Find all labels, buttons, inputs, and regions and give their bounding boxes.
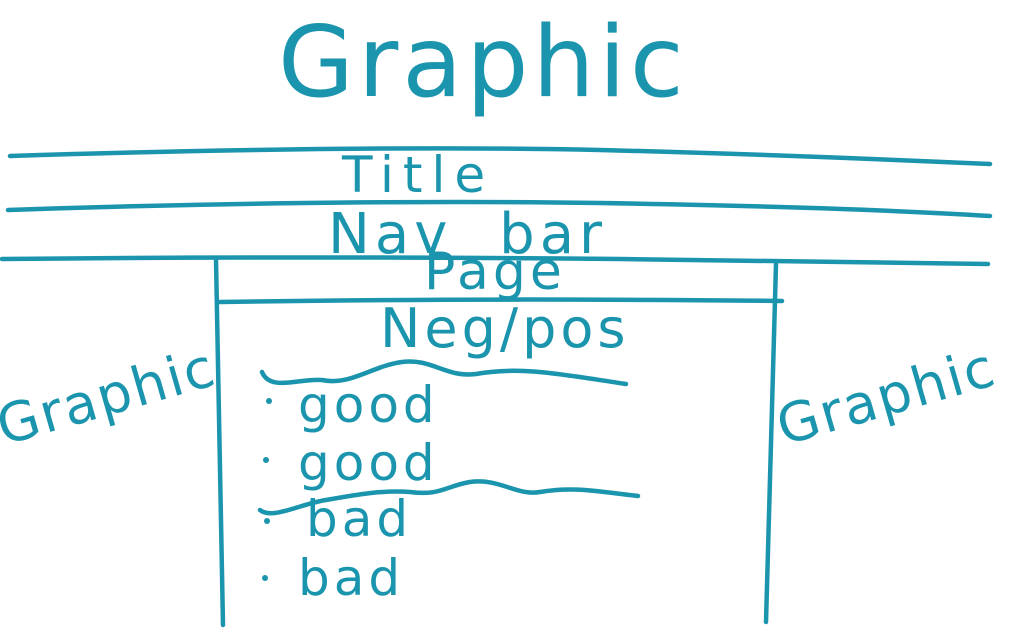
title-band-top-line — [7, 146, 993, 167]
list-item: good — [298, 434, 439, 492]
content-box-right-border — [763, 261, 779, 625]
list-item: good — [298, 376, 439, 434]
content-box-left-border — [213, 257, 226, 628]
page-label: Page — [424, 242, 566, 302]
list-bullet — [263, 457, 269, 463]
list-item: bad — [298, 549, 405, 607]
list-bullet — [264, 518, 270, 524]
top-graphic-label: Graphic — [278, 6, 688, 120]
neg-pos-heading: Neg/pos — [380, 297, 630, 360]
list-bullet — [266, 398, 272, 404]
list-bullet — [262, 575, 268, 581]
page-title-label: Title — [342, 146, 495, 204]
list-item: bad — [306, 490, 413, 548]
